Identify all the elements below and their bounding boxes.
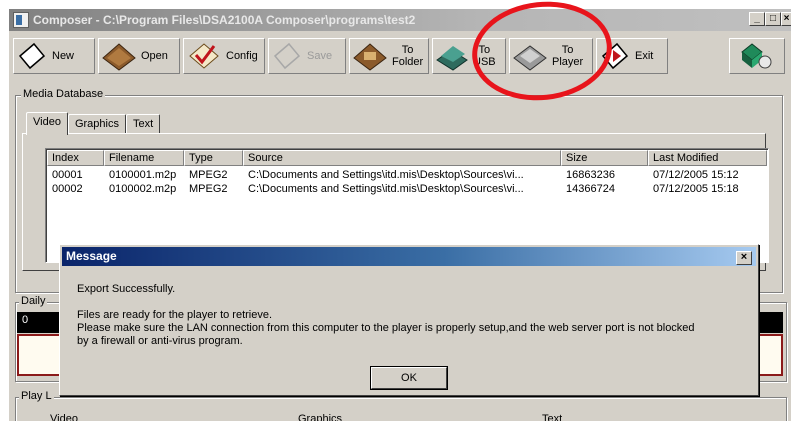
daily-schedule-box[interactable]: [17, 334, 61, 376]
media-tabs: Video Graphics Text: [26, 112, 161, 135]
cell-size: 14366724: [566, 183, 615, 195]
restore-button[interactable]: □: [765, 12, 781, 26]
cell-index: 00002: [52, 183, 83, 195]
tab-text[interactable]: Text: [125, 114, 161, 134]
save-page-icon: [273, 42, 301, 70]
daily-cell[interactable]: 0: [17, 312, 61, 333]
dialog-line-1: Export Successfully.: [77, 283, 176, 295]
play-list-col-graphics: Graphics: [298, 413, 343, 421]
play-list-col-text: Text: [542, 413, 563, 421]
play-list-label: Play L: [19, 390, 54, 402]
col-type[interactable]: Type: [184, 150, 243, 166]
open-button[interactable]: Open: [98, 38, 180, 74]
message-dialog: Message × Export Successfully. Files are…: [59, 244, 759, 396]
media-database-label: Media Database: [21, 88, 106, 100]
col-filename[interactable]: Filename: [104, 150, 184, 166]
config-check-icon: [189, 43, 219, 69]
col-source[interactable]: Source: [243, 150, 561, 166]
cell-last-modified: 07/12/2005 15:12: [653, 169, 739, 181]
cell-last-modified: 07/12/2005 15:18: [653, 183, 739, 195]
list-header: Index Filename Type Source Size Last Mod…: [47, 150, 767, 166]
dialog-line-2: Files are ready for the player to retrie…: [77, 309, 273, 321]
to-folder-line2: Folder: [392, 56, 424, 68]
play-list-col-video: Video: [50, 413, 78, 421]
network-device-icon: [741, 43, 772, 69]
col-size[interactable]: Size: [561, 150, 648, 166]
new-button[interactable]: New: [13, 38, 95, 74]
dialog-line-4: by a firewall or anti-virus program.: [77, 335, 243, 347]
close-button[interactable]: ×: [781, 12, 791, 26]
to-folder-button[interactable]: To Folder: [349, 38, 429, 74]
title-bar: Composer - C:\Program Files\DSA2100A Com…: [9, 9, 791, 31]
to-usb-icon: [436, 46, 468, 71]
table-row[interactable]: 00001 0100001.m2p MPEG2 C:\Documents and…: [47, 168, 767, 182]
daily-cell-right: [757, 312, 783, 333]
cell-filename: 0100001.m2p: [109, 169, 177, 181]
new-page-icon: [18, 42, 46, 70]
open-folder-icon: [102, 43, 136, 71]
to-folder-label: To Folder: [392, 44, 423, 68]
cell-size: 16863236: [566, 169, 615, 181]
app-icon: [13, 12, 29, 28]
open-label: Open: [141, 50, 168, 62]
network-button[interactable]: [729, 38, 785, 74]
dialog-close-button[interactable]: ×: [736, 251, 752, 265]
dialog-title: Message: [66, 249, 117, 263]
dialog-title-bar: Message ×: [62, 247, 756, 266]
ok-button[interactable]: OK: [371, 367, 447, 389]
tab-graphics[interactable]: Graphics: [67, 114, 126, 134]
minimize-button[interactable]: _: [749, 12, 765, 26]
new-label: New: [52, 50, 75, 62]
exit-label: Exit: [635, 50, 654, 62]
cell-source: C:\Documents and Settings\itd.mis\Deskto…: [248, 169, 524, 181]
tab-video[interactable]: Video: [26, 112, 68, 135]
window-title: Composer - C:\Program Files\DSA2100A Com…: [33, 13, 416, 27]
cell-type: MPEG2: [189, 169, 228, 181]
play-list-group: [15, 397, 787, 421]
to-folder-icon: [353, 43, 387, 71]
cell-index: 00001: [52, 169, 83, 181]
daily-label: Daily: [19, 295, 48, 307]
config-label: Config: [226, 50, 258, 62]
dialog-line-3: Please make sure the LAN connection from…: [77, 322, 695, 334]
col-last-modified[interactable]: Last Modified: [648, 150, 767, 166]
config-button[interactable]: Config: [183, 38, 265, 74]
save-label: Save: [307, 50, 333, 62]
cell-type: MPEG2: [189, 183, 228, 195]
col-index[interactable]: Index: [47, 150, 104, 166]
cell-source: C:\Documents and Settings\itd.mis\Deskto…: [248, 183, 524, 195]
save-button[interactable]: Save: [268, 38, 346, 74]
table-row[interactable]: 00002 0100002.m2p MPEG2 C:\Documents and…: [47, 182, 767, 196]
toolbar: New Open Config Save To Folder To USB To…: [9, 32, 791, 78]
cell-filename: 0100002.m2p: [109, 183, 177, 195]
daily-schedule-box-right: [757, 334, 783, 376]
to-folder-line1: To: [401, 44, 414, 56]
